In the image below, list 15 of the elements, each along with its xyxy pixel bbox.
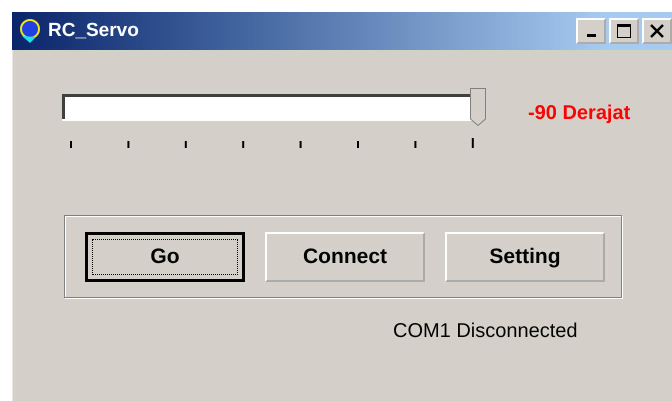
setting-button[interactable]: Setting xyxy=(445,232,605,282)
close-button[interactable] xyxy=(642,18,672,44)
minimize-button[interactable] xyxy=(576,18,606,44)
connect-button[interactable]: Connect xyxy=(265,232,425,282)
slider[interactable] xyxy=(62,88,486,126)
minimize-icon xyxy=(586,34,596,36)
slider-thumb[interactable] xyxy=(470,88,486,126)
maximize-icon xyxy=(616,23,632,39)
angle-reading: -90 Derajat xyxy=(528,102,630,125)
go-button[interactable]: Go xyxy=(85,232,245,282)
close-icon xyxy=(650,24,664,38)
app-icon xyxy=(18,18,42,44)
maximize-button[interactable] xyxy=(609,18,639,44)
window-title: RC_Servo xyxy=(48,20,139,42)
status-text: COM1 Disconnected xyxy=(393,320,579,343)
